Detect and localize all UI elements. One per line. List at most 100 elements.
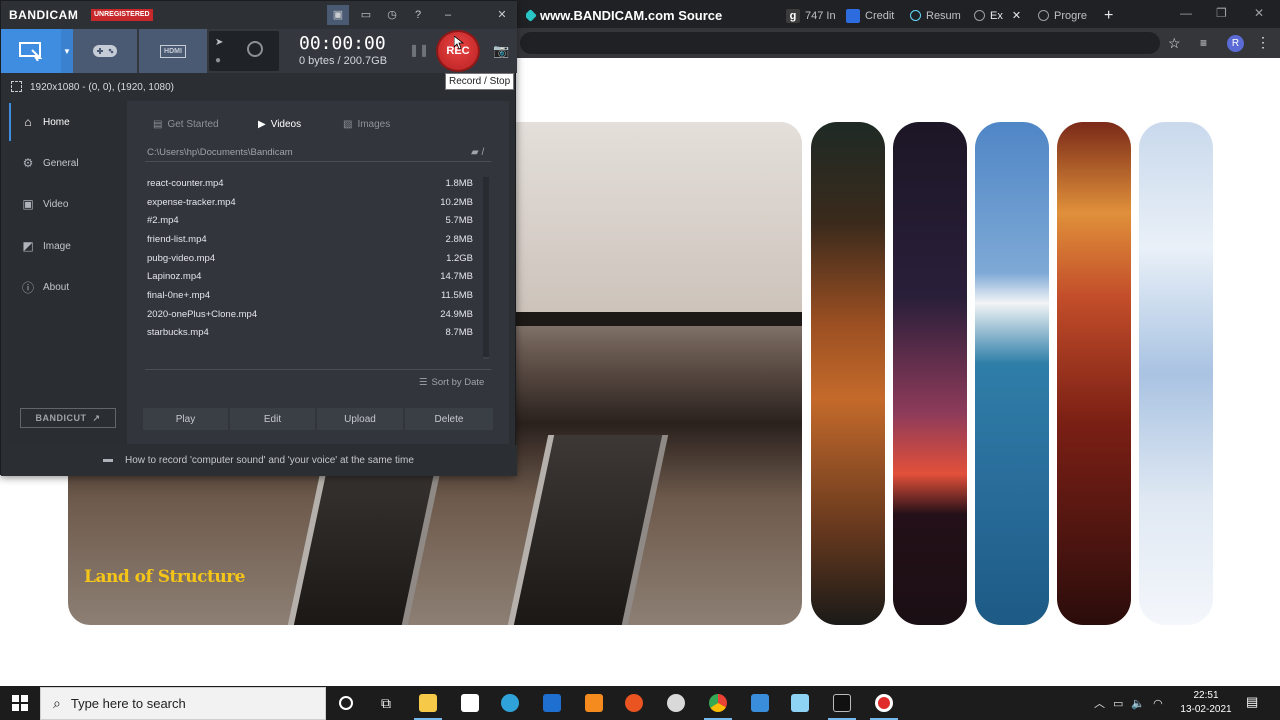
file-row[interactable]: starbucks.mp4 8.7MB: [147, 327, 473, 345]
sort-list-icon: ☰: [419, 377, 428, 388]
profile-avatar[interactable]: R: [1227, 35, 1244, 52]
taskbar-bandicam[interactable]: [864, 688, 904, 720]
wifi-icon[interactable]: ◠: [1153, 697, 1163, 710]
taskbar-devhub[interactable]: [532, 688, 572, 718]
edit-button[interactable]: Edit: [230, 408, 315, 430]
taskbar-clock[interactable]: 22:51 13-02-2021: [1176, 689, 1236, 717]
screen-recording-mode-button[interactable]: [1, 29, 61, 73]
taskbar-task-view[interactable]: ⧉: [366, 688, 406, 718]
file-row[interactable]: #2.mp4 5.7MB: [147, 215, 473, 233]
sidebar-item-image[interactable]: ◩ Image: [9, 227, 127, 265]
pause-icon[interactable]: ❚❚: [409, 43, 429, 57]
browser-tab-bandicam[interactable]: www.BANDICAM.com Source: [526, 3, 770, 28]
mouse-cursor-icon[interactable]: ➤: [215, 37, 223, 48]
file-row[interactable]: react-counter.mp4 1.8MB: [147, 178, 473, 196]
browser-tab-resume[interactable]: Resum: [910, 3, 968, 28]
taskbar-ubuntu[interactable]: [614, 688, 654, 718]
sidebar-item-general[interactable]: ⚙ General: [9, 144, 127, 182]
file-row[interactable]: final-0ne+.mp4 11.5MB: [147, 290, 473, 308]
bookmark-star-icon[interactable]: ☆: [1168, 35, 1181, 52]
gallery-strip-fern[interactable]: [811, 122, 885, 625]
gallery-strip-canyon[interactable]: [1057, 122, 1131, 625]
minimize-icon[interactable]: –: [437, 5, 459, 25]
file-size: 10.2MB: [440, 197, 473, 208]
close-window-icon[interactable]: ✕: [1254, 6, 1264, 20]
device-recording-mode-button[interactable]: HDMI: [139, 29, 207, 73]
tab-images[interactable]: ▧ Images: [343, 119, 390, 130]
battery-icon[interactable]: ▭: [1113, 697, 1123, 710]
clock-date: 13-02-2021: [1180, 704, 1232, 715]
terminal-icon: [833, 694, 851, 712]
game-recording-mode-button[interactable]: [73, 29, 137, 73]
sidebar-item-home[interactable]: ⌂ Home: [9, 103, 127, 141]
browser-tab-active[interactable]: Ex ✕: [974, 3, 1024, 28]
volume-icon[interactable]: 🔈: [1131, 697, 1145, 710]
obs-icon: [667, 694, 685, 712]
taskbar-cortana[interactable]: [326, 688, 366, 718]
sidebar-item-video[interactable]: ▣ Video: [9, 185, 127, 223]
close-icon[interactable]: ✕: [491, 5, 513, 25]
maximize-icon[interactable]: ❐: [1216, 6, 1227, 20]
credit-favicon-icon: [846, 8, 860, 23]
sidebar-item-label: Image: [43, 240, 71, 252]
taskbar-search-box[interactable]: ⌕ Type here to search: [40, 687, 326, 720]
system-tray: ︿ ▭ 🔈 ◠: [1094, 690, 1163, 716]
taskbar-obs[interactable]: [656, 688, 696, 718]
capture-region-bar[interactable]: 1920x1080 - (0, 0), (1920, 1080): [1, 77, 517, 99]
microphone-icon[interactable]: ●: [215, 55, 221, 66]
browser-tab-label: Progre: [1054, 9, 1088, 22]
file-row[interactable]: Lapinoz.mp4 14.7MB: [147, 271, 473, 289]
bandicut-button[interactable]: BANDICUT ↗: [20, 408, 116, 428]
scrollbar-thumb[interactable]: [483, 177, 489, 357]
delete-button[interactable]: Delete: [405, 408, 493, 430]
file-row[interactable]: expense-tracker.mp4 10.2MB: [147, 197, 473, 215]
tab-videos[interactable]: ▶ Videos: [258, 119, 301, 130]
new-tab-button[interactable]: +: [1104, 3, 1120, 28]
taskbar-edge[interactable]: [490, 688, 530, 718]
taskbar-file-explorer[interactable]: [408, 688, 448, 720]
sort-by-date-button[interactable]: ☰ Sort by Date: [419, 377, 484, 388]
gallery-strip-sunset[interactable]: [893, 122, 967, 625]
gallery-strip-wave[interactable]: [975, 122, 1049, 625]
browser-menu-icon[interactable]: ⋮: [1256, 34, 1270, 51]
help-icon[interactable]: ?: [407, 5, 429, 25]
taskbar-store[interactable]: [450, 688, 490, 718]
browser-tab-progress[interactable]: Progre: [1038, 3, 1094, 28]
lock-icon[interactable]: ▣: [327, 5, 349, 25]
taskbar-photos[interactable]: [740, 688, 780, 718]
webcam-icon[interactable]: [247, 41, 263, 57]
close-tab-icon[interactable]: ✕: [1012, 9, 1021, 22]
open-folder-icon[interactable]: ▰ /: [471, 147, 484, 158]
browser-tab-label: 747 In: [805, 9, 836, 22]
browser-tab-747[interactable]: g 747 In: [786, 3, 838, 28]
start-button[interactable]: [0, 686, 40, 720]
browser-tab-credit[interactable]: Credit: [846, 3, 902, 28]
screen-mode-dropdown[interactable]: ▼: [61, 29, 73, 73]
image-icon: ▧: [343, 119, 353, 130]
minimize-icon[interactable]: —: [1180, 6, 1192, 20]
file-row[interactable]: pubg-video.mp4 1.2GB: [147, 253, 473, 271]
notifications-icon[interactable]: ▤: [1246, 694, 1258, 710]
sidebar-item-about[interactable]: ⓘ About: [9, 268, 127, 306]
chevron-up-icon[interactable]: ︿: [1094, 695, 1105, 711]
taskbar-sublime[interactable]: [574, 688, 614, 718]
webcam-audio-panel[interactable]: ➤ ●: [209, 31, 279, 71]
file-row[interactable]: friend-list.mp4 2.8MB: [147, 234, 473, 252]
windows-logo-icon: [12, 695, 28, 711]
output-folder-path[interactable]: C:\Users\hp\Documents\Bandicam: [145, 144, 491, 162]
upload-button[interactable]: Upload: [317, 408, 403, 430]
file-row[interactable]: 2020-onePlus+Clone.mp4 24.9MB: [147, 309, 473, 327]
screenshot-camera-icon[interactable]: 📷: [493, 43, 509, 59]
reading-list-icon[interactable]: ≡: [1200, 36, 1207, 50]
taskbar-chrome[interactable]: [698, 688, 738, 720]
sidebar-item-label: About: [43, 281, 70, 293]
folder-icon[interactable]: ▭: [355, 5, 377, 25]
gallery-strip-snow[interactable]: [1139, 122, 1213, 625]
play-button[interactable]: Play: [143, 408, 228, 430]
bandicam-footer-tip[interactable]: ▬ How to record 'computer sound' and 'yo…: [1, 445, 517, 476]
clock-icon[interactable]: ◷: [381, 5, 403, 25]
tab-get-started[interactable]: ▤ Get Started: [153, 119, 219, 130]
taskbar-terminal[interactable]: [822, 688, 862, 720]
address-bar[interactable]: [520, 32, 1160, 54]
taskbar-notepad[interactable]: [780, 688, 820, 718]
